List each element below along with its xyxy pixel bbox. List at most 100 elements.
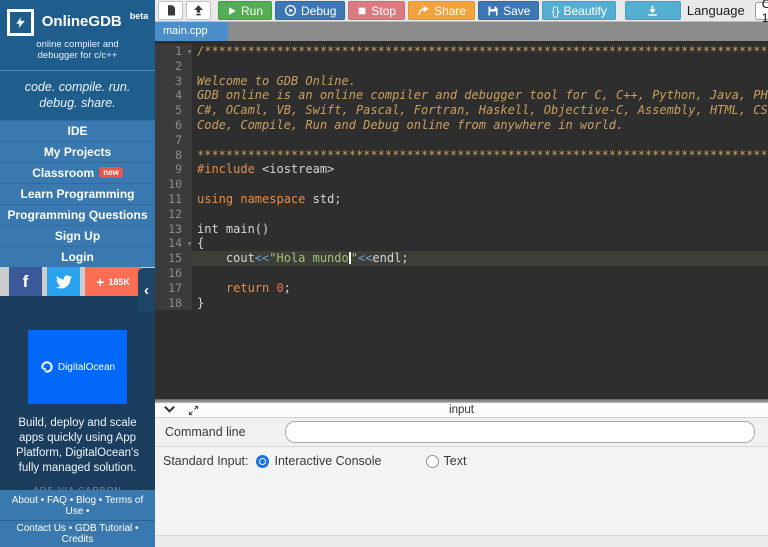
language-select[interactable]: C++ 17 ▲▼: [755, 2, 768, 20]
code-line[interactable]: 1▾/*************************************…: [155, 44, 768, 59]
sidebar-item-programming-questions[interactable]: Programming Questions: [0, 204, 155, 225]
code-line[interactable]: 7: [155, 133, 768, 148]
digitalocean-ad-image[interactable]: DigitalOcean: [28, 330, 127, 404]
language-label: Language: [687, 3, 745, 18]
code-line[interactable]: 16: [155, 266, 768, 281]
code-line[interactable]: 13int main(): [155, 222, 768, 237]
radio-button[interactable]: [426, 455, 439, 468]
save-floppy-icon: [487, 5, 499, 17]
code-line[interactable]: 8***************************************…: [155, 148, 768, 163]
code-line[interactable]: 2: [155, 59, 768, 74]
share-button[interactable]: Share: [408, 1, 475, 20]
code-editor[interactable]: 1▾/*************************************…: [155, 41, 768, 399]
save-button[interactable]: Save: [478, 1, 539, 20]
input-panel: input Command line Standard Input: Inter…: [155, 399, 768, 547]
code-text: [192, 177, 768, 192]
braces-icon: {}: [551, 4, 559, 18]
code-line[interactable]: 6Code, Compile, Run and Debug online fro…: [155, 118, 768, 133]
editor-tab-bar: main.cpp: [155, 22, 768, 41]
tab-main-cpp[interactable]: main.cpp: [155, 22, 228, 41]
stop-square-icon: [357, 6, 367, 16]
sidebar-collapse-button[interactable]: ‹: [138, 268, 155, 312]
facebook-button[interactable]: f: [9, 267, 42, 296]
line-number: 15: [155, 251, 192, 266]
sidebar-item-label: My Projects: [44, 145, 111, 159]
code-line[interactable]: 11using namespace std;: [155, 192, 768, 207]
ad-text[interactable]: Build, deploy and scale apps quickly usi…: [11, 416, 144, 476]
twitter-button[interactable]: [47, 267, 80, 296]
run-button[interactable]: Run: [218, 1, 272, 20]
follow-count-button[interactable]: + 185K: [85, 267, 141, 296]
line-number: 6: [155, 118, 192, 133]
code-text: return 0;: [192, 281, 768, 296]
line-number: 1▾: [155, 44, 192, 59]
footer-link-line[interactable]: About • FAQ • Blog • Terms of Use •: [0, 493, 155, 520]
command-line-label: Command line: [165, 425, 246, 439]
sidebar-item-label: Learn Programming: [20, 187, 134, 201]
code-line[interactable]: 9#include <iostream>: [155, 162, 768, 177]
logo[interactable]: OnlineGDB beta: [0, 0, 155, 37]
tagline: code. compile. run. debug. share.: [0, 71, 155, 120]
line-number: 9: [155, 162, 192, 177]
upload-project-button[interactable]: [186, 1, 211, 20]
command-line-input[interactable]: [285, 421, 755, 443]
footer-link-line[interactable]: Contact Us • GDB Tutorial • Credits: [0, 520, 155, 547]
download-icon: [646, 4, 659, 17]
code-line[interactable]: 17 return 0;: [155, 281, 768, 296]
logo-title: OnlineGDB: [42, 9, 122, 35]
language-value: C++ 17: [762, 0, 768, 25]
expand-diagonal-icon: [188, 405, 199, 416]
panel-collapse-button[interactable]: [164, 405, 175, 416]
line-number: 16: [155, 266, 192, 281]
sidebar-item-login[interactable]: Login: [0, 246, 155, 267]
carbon-ad[interactable]: DigitalOcean Build, deploy and scale app…: [0, 296, 155, 490]
sidebar-item-classroom[interactable]: Classroomnew: [0, 162, 155, 183]
code-line[interactable]: 4GDB online is an online compiler and de…: [155, 88, 768, 103]
new-file-button[interactable]: [158, 1, 183, 20]
code-text: #include <iostream>: [192, 162, 768, 177]
line-number: 12: [155, 207, 192, 222]
code-line[interactable]: 10: [155, 177, 768, 192]
command-line-row: Command line: [155, 418, 768, 447]
stop-button[interactable]: Stop: [348, 1, 405, 20]
line-number: 2: [155, 59, 192, 74]
twitter-icon: [56, 274, 72, 290]
line-number: 5: [155, 103, 192, 118]
debug-button[interactable]: Debug: [275, 1, 345, 20]
sidebar-item-label: Classroom: [32, 166, 94, 180]
code-line[interactable]: 18}: [155, 296, 768, 311]
sidebar-item-sign-up[interactable]: Sign Up: [0, 225, 155, 246]
code-line[interactable]: 14▾{: [155, 236, 768, 251]
download-button[interactable]: [625, 1, 681, 20]
code-line[interactable]: 12: [155, 207, 768, 222]
code-text: /***************************************…: [192, 44, 768, 59]
code-text: {: [192, 236, 768, 251]
upload-arrow-icon: [192, 4, 205, 17]
code-line[interactable]: 15 cout<<"Hola mundo"<<endl;: [155, 251, 768, 266]
sidebar-item-ide[interactable]: IDE: [0, 120, 155, 141]
beautify-button[interactable]: {} Beautify: [542, 1, 615, 20]
line-number: 18: [155, 296, 192, 311]
stdin-option-text[interactable]: Text: [426, 454, 467, 468]
sidebar-item-my-projects[interactable]: My Projects: [0, 141, 155, 162]
radio-button[interactable]: [256, 455, 269, 468]
facebook-icon: f: [23, 272, 29, 292]
code-text: }: [192, 296, 768, 311]
code-line[interactable]: 5C#, OCaml, VB, Swift, Pascal, Fortran, …: [155, 103, 768, 118]
code-text: Code, Compile, Run and Debug online from…: [192, 118, 768, 133]
sidebar-item-learn-programming[interactable]: Learn Programming: [0, 183, 155, 204]
standard-input-label: Standard Input:: [163, 454, 248, 468]
standard-input-row: Standard Input: Interactive Console Text: [155, 447, 768, 475]
panel-expand-button[interactable]: [188, 405, 199, 416]
line-number: 10: [155, 177, 192, 192]
line-number: 4: [155, 88, 192, 103]
beta-badge: beta: [130, 9, 149, 23]
share-icon: [417, 4, 430, 17]
code-text: cout<<"Hola mundo"<<endl;: [192, 251, 768, 266]
fold-arrow-icon[interactable]: ▾: [187, 45, 192, 60]
code-line[interactable]: 3Welcome to GDB Online.: [155, 74, 768, 89]
fold-arrow-icon[interactable]: ▾: [187, 237, 192, 252]
stdin-option-interactive-console[interactable]: Interactive Console: [256, 454, 381, 468]
line-number: 17: [155, 281, 192, 296]
line-number: 14▾: [155, 236, 192, 251]
